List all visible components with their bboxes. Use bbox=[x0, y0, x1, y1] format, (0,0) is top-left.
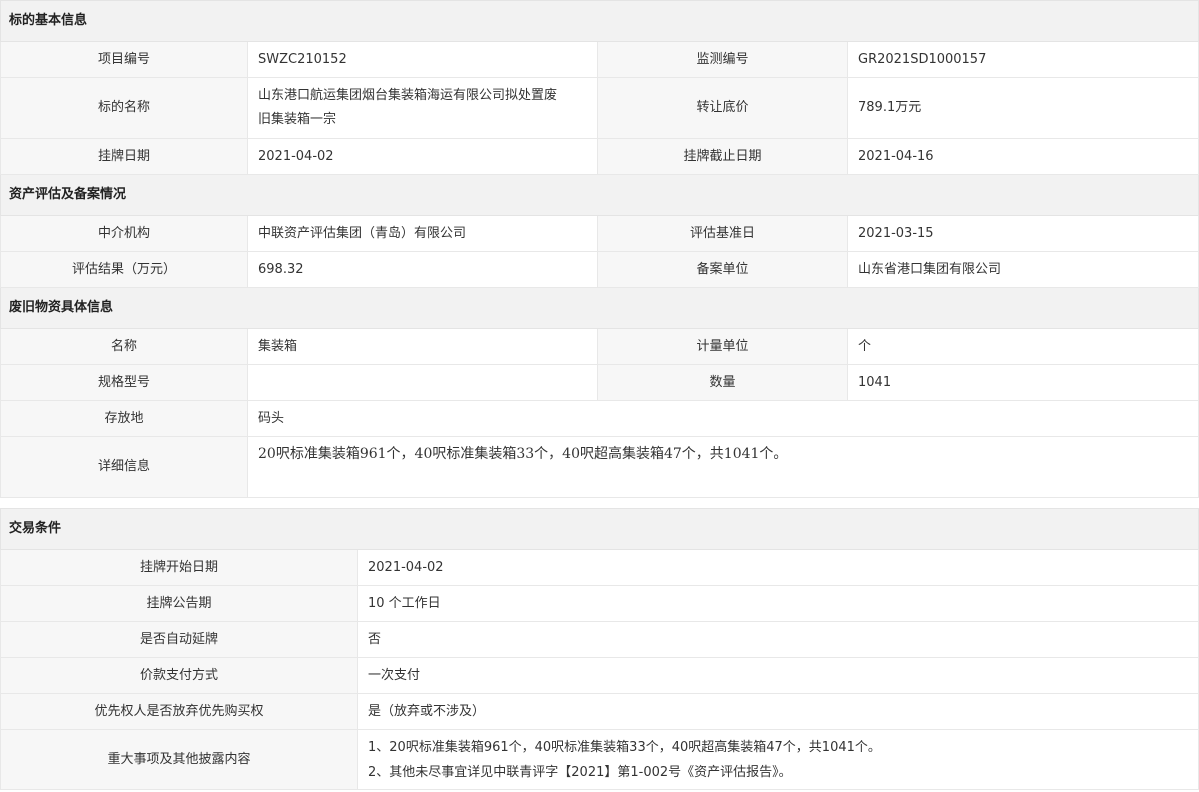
base-date-label: 评估基准日 bbox=[597, 215, 848, 252]
priority-right-value: 是（放弃或不涉及） bbox=[356, 693, 1199, 730]
disclosure-line-2: 2、其他未尽事宜详见中联青评字【2021】第1-002号《资产评估报告》。 bbox=[368, 764, 792, 780]
storage-value: 码头 bbox=[246, 400, 1199, 437]
spec-label: 规格型号 bbox=[0, 364, 248, 401]
monitor-no-value: GR2021SD1000157 bbox=[846, 41, 1199, 78]
trade-conditions-table: 交易条件 挂牌开始日期 2021-04-02 挂牌公告期 10 个工作日 是否自… bbox=[0, 508, 1199, 790]
agency-value: 中联资产评估集团（青岛）有限公司 bbox=[247, 215, 598, 252]
announce-period-value: 10 个工作日 bbox=[356, 585, 1199, 622]
payment-method-label: 价款支付方式 bbox=[0, 657, 358, 694]
unit-label: 计量单位 bbox=[597, 328, 848, 365]
section-title-material: 废旧物资具体信息 bbox=[0, 287, 1199, 329]
disclosure-label: 重大事项及其他披露内容 bbox=[0, 729, 358, 790]
filing-label: 备案单位 bbox=[597, 251, 848, 288]
section-title-assessment: 资产评估及备案情况 bbox=[0, 174, 1199, 216]
monitor-no-label: 监测编号 bbox=[597, 41, 848, 78]
target-name-label: 标的名称 bbox=[0, 77, 248, 139]
auto-extend-value: 否 bbox=[356, 621, 1199, 658]
filing-value: 山东省港口集团有限公司 bbox=[846, 251, 1199, 288]
unit-value: 个 bbox=[846, 328, 1199, 365]
base-date-value: 2021-03-15 bbox=[846, 215, 1199, 252]
price-value: 789.1万元 bbox=[846, 77, 1199, 139]
spec-value bbox=[247, 364, 598, 401]
disclosure-value: 1、20呎标准集装箱961个，40呎标准集装箱33个，40呎超高集装箱47个，共… bbox=[356, 729, 1199, 790]
list-date-value: 2021-04-02 bbox=[247, 138, 598, 175]
project-no-value: SWZC210152 bbox=[247, 41, 598, 78]
agency-label: 中介机构 bbox=[0, 215, 248, 252]
storage-label: 存放地 bbox=[0, 400, 248, 437]
detail-value: 20呎标准集装箱961个，40呎标准集装箱33个，40呎超高集装箱47个，共10… bbox=[258, 446, 788, 462]
material-name-label: 名称 bbox=[0, 328, 248, 365]
section-title-trade: 交易条件 bbox=[0, 508, 1199, 550]
result-value: 698.32 bbox=[247, 251, 598, 288]
disclosure-line-1: 1、20呎标准集装箱961个，40呎标准集装箱33个，40呎超高集装箱47个，共… bbox=[368, 739, 881, 755]
section-title-basic: 标的基本信息 bbox=[0, 0, 1199, 42]
quantity-value: 1041 bbox=[846, 364, 1199, 401]
material-name-value: 集装箱 bbox=[247, 328, 598, 365]
quantity-label: 数量 bbox=[597, 364, 848, 401]
listing-detail-page: 标的基本信息 项目编号 SWZC210152 监测编号 GR2021SD1000… bbox=[0, 0, 1199, 792]
list-date-label: 挂牌日期 bbox=[0, 138, 248, 175]
start-date-value: 2021-04-02 bbox=[356, 549, 1199, 586]
result-label: 评估结果（万元） bbox=[0, 251, 248, 288]
target-name-line-1: 山东港口航运集团烟台集装箱海运有限公司拟处置废 bbox=[258, 88, 558, 103]
target-name-line-2: 旧集装箱一宗 bbox=[258, 112, 337, 127]
priority-right-label: 优先权人是否放弃优先购买权 bbox=[0, 693, 358, 730]
project-no-label: 项目编号 bbox=[0, 41, 248, 78]
detail-label: 详细信息 bbox=[0, 436, 248, 498]
target-name-value: 山东港口航运集团烟台集装箱海运有限公司拟处置废 旧集装箱一宗 bbox=[247, 77, 598, 139]
price-label: 转让底价 bbox=[597, 77, 848, 139]
payment-method-value: 一次支付 bbox=[356, 657, 1199, 694]
end-date-label: 挂牌截止日期 bbox=[597, 138, 848, 175]
announce-period-label: 挂牌公告期 bbox=[0, 585, 358, 622]
start-date-label: 挂牌开始日期 bbox=[0, 549, 358, 586]
end-date-value: 2021-04-16 bbox=[846, 138, 1199, 175]
basic-info-table: 标的基本信息 项目编号 SWZC210152 监测编号 GR2021SD1000… bbox=[0, 0, 1199, 498]
auto-extend-label: 是否自动延牌 bbox=[0, 621, 358, 658]
